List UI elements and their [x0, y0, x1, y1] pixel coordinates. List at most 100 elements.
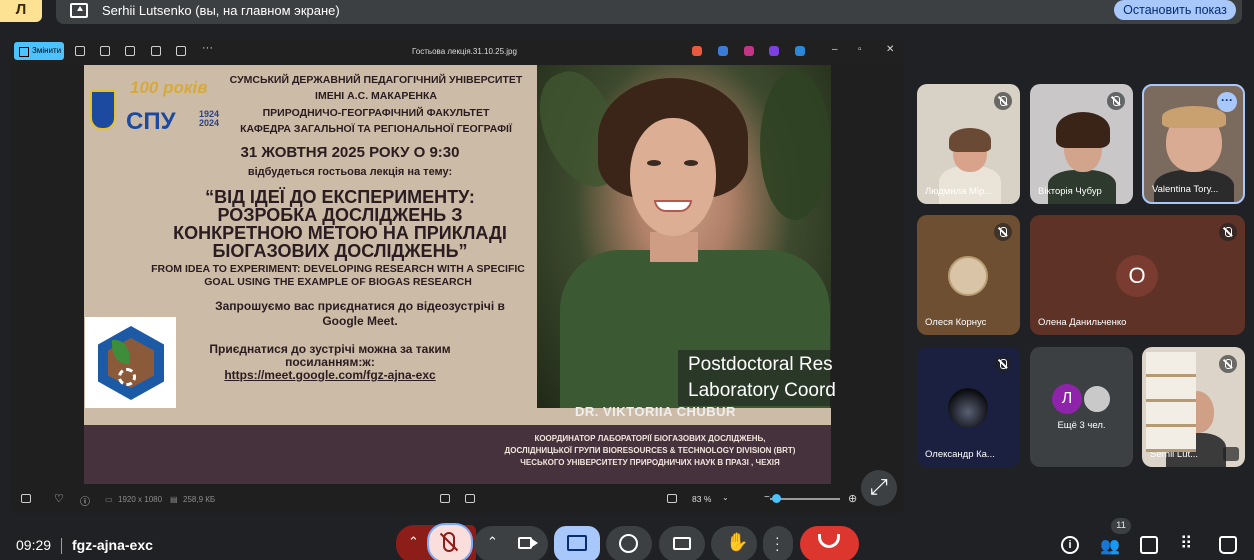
present-icon — [567, 535, 587, 551]
speaker-role-line: КООРДИНАТОР ЛАБОРАТОРІЇ БІОГАЗОВИХ ДОСЛІ… — [534, 434, 766, 443]
participant-name: Людмила Мір... — [925, 186, 993, 197]
edit-button[interactable]: Змінити — [14, 42, 64, 60]
favorite-icon[interactable]: ♡ — [54, 492, 64, 505]
activities-icon[interactable]: ⠿ — [1180, 535, 1198, 554]
hand-icon: ✋ — [726, 532, 749, 552]
more-participants-label: Ещё 3 чел. — [1057, 420, 1106, 431]
participant-name: Олена Данильченко — [1038, 317, 1127, 328]
edit-app-icon[interactable] — [718, 46, 728, 56]
minimize-icon[interactable]: – — [832, 44, 838, 55]
share-icon[interactable] — [151, 46, 161, 56]
meeting-details-icon[interactable]: i — [1061, 536, 1079, 554]
slideshow-icon[interactable] — [176, 46, 186, 56]
invitation-line: Запрошуємо вас приєднатися до відеозустр… — [215, 299, 505, 313]
participant-tile[interactable]: ··· Valentina Torу... — [1142, 84, 1245, 204]
zoom-slider-handle[interactable] — [772, 494, 781, 503]
presenting-status-text: Serhii Lutsenko (вы, на главном экране) — [102, 3, 340, 18]
file-size: 258,9 КБ — [183, 495, 216, 504]
camera-icon[interactable] — [518, 537, 532, 549]
mic-off-icon — [994, 223, 1012, 241]
designer-icon[interactable] — [769, 46, 779, 56]
people-icon[interactable]: 👥 — [1100, 536, 1120, 555]
copilot-icon[interactable] — [692, 46, 702, 56]
host-controls-lock-icon[interactable] — [1219, 536, 1237, 554]
join-line: посиланням:ж: — [285, 355, 375, 369]
fullscreen-button[interactable] — [861, 470, 897, 506]
mic-off-icon — [994, 92, 1012, 110]
captions-icon — [673, 537, 691, 550]
speaker-smile — [654, 200, 692, 212]
zoom-dropdown-icon[interactable]: ⌄ — [722, 493, 729, 502]
lecture-intro: відбудеться гостьова лекція на тему: — [247, 166, 453, 178]
person-hair — [1162, 106, 1226, 128]
speaker-role-line: ЧЕСЬКОГО УНІВЕРСИТЕТУ ПРИРОДНИЧИХ НАУК В… — [520, 458, 780, 467]
avatar — [948, 388, 988, 428]
lecture-date: 31 ЖОВТНЯ 2025 РОКУ О 9:30 — [240, 144, 460, 161]
file-size-icon: ▤ — [170, 495, 178, 504]
info-icon[interactable]: ⓘ — [80, 493, 90, 508]
join-line: Приєднатися до зустрічі можна за таким — [209, 342, 451, 356]
mic-off-icon — [994, 355, 1012, 373]
onedrive-icon[interactable] — [795, 46, 805, 56]
meet-link: https://meet.google.com/fgz-ajna-exc — [224, 368, 436, 382]
faculty-name: ПРИРОДНИЧО-ГЕОГРАФІЧНИЙ ФАКУЛЬТЕТ — [262, 107, 490, 119]
speaker-face — [630, 118, 716, 236]
avatar: О — [1116, 255, 1158, 297]
speaker-neck — [650, 232, 698, 262]
more-options-icon[interactable]: ··· — [202, 42, 213, 54]
crop-icon[interactable] — [440, 494, 450, 503]
divider — [61, 538, 62, 554]
avatar — [1082, 384, 1112, 414]
picture-in-picture-icon[interactable] — [1223, 447, 1239, 461]
zoom-level[interactable]: 83 % — [692, 494, 711, 504]
restore-icon[interactable]: ▫ — [858, 44, 862, 55]
clock: 09:29 — [16, 537, 52, 553]
clipchamp-icon[interactable] — [744, 46, 754, 56]
close-icon[interactable]: ✕ — [886, 44, 894, 55]
filmstrip-icon[interactable] — [21, 494, 31, 503]
file-name: Гостьова лекція.31.10.25.jpg — [412, 47, 517, 56]
leaf-decoration — [760, 70, 830, 220]
presenter-indicator: Л — [0, 0, 42, 22]
video-settings-chevron-icon[interactable]: ⌃ — [487, 534, 498, 550]
more-options-icon[interactable]: ··· — [1217, 92, 1237, 112]
english-title-line: FROM IDEA TO EXPERIMENT: DEVELOPING RESE… — [151, 263, 525, 275]
more-vert-icon: · · · — [775, 529, 780, 557]
person-hair — [1056, 112, 1110, 148]
university-name-line1: СУМСЬКИЙ ДЕРЖАВНИЙ ПЕДАГОГІЧНИЙ УНІВЕРСИ… — [229, 74, 523, 86]
camera-lens-icon — [532, 539, 538, 547]
mic-off-icon — [1107, 92, 1125, 110]
participant-tile[interactable]: Людмила Мір... — [917, 84, 1020, 204]
role-line: Laboratory Coord — [688, 380, 836, 401]
university-name-line2: ІМЕНІ А.С. МАКАРЕНКА — [315, 90, 437, 102]
rotate-icon[interactable] — [75, 46, 85, 56]
participant-name: Олександр Ка... — [925, 449, 995, 460]
chat-icon[interactable] — [1140, 536, 1158, 554]
audio-settings-chevron-icon[interactable]: ⌃ — [408, 534, 419, 550]
emoji-icon — [619, 534, 638, 553]
speaker-name: DR. VIKTORIIA CHUBUR — [575, 404, 736, 419]
participant-count-badge: 11 — [1111, 518, 1131, 534]
stop-presenting-button[interactable]: Остановить показ — [1114, 0, 1236, 20]
lecture-title-line: БІОГАЗОВИХ ДОСЛІДЖЕНЬ” — [212, 241, 468, 261]
university-shield-logo — [90, 90, 116, 130]
zoom-in-icon[interactable]: ⊕ — [848, 492, 857, 505]
mic-off-icon — [1219, 355, 1237, 373]
role-line: Postdoctoral Res — [688, 354, 833, 375]
resolution-icon: ▭ — [105, 495, 113, 504]
department-name: КАФЕДРА ЗАГАЛЬНОЇ ТА РЕГІОНАЛЬНОЇ ГЕОГРА… — [240, 123, 512, 135]
meeting-code: fgz-ajna-exc — [72, 537, 153, 553]
participant-name: Valentina Torу... — [1152, 184, 1219, 195]
visual-search-icon[interactable] — [465, 494, 475, 503]
zoom-out-icon[interactable]: − — [764, 492, 770, 503]
more-participants-tile[interactable] — [1030, 347, 1133, 467]
avatar: Л — [1052, 384, 1082, 414]
participant-tile[interactable]: Вікторія Чубур — [1030, 84, 1133, 204]
spu-logo-text: СПУ — [126, 108, 176, 135]
speaker-role-line: ДОСЛІДНИЦЬКОЇ ГРУПИ BIORESOURCES & TECHN… — [504, 446, 796, 455]
delete-icon[interactable] — [100, 46, 110, 56]
speaker-eye — [684, 160, 698, 166]
fit-to-window-icon[interactable] — [667, 494, 677, 503]
print-icon[interactable] — [125, 46, 135, 56]
mic-off-icon — [1219, 223, 1237, 241]
